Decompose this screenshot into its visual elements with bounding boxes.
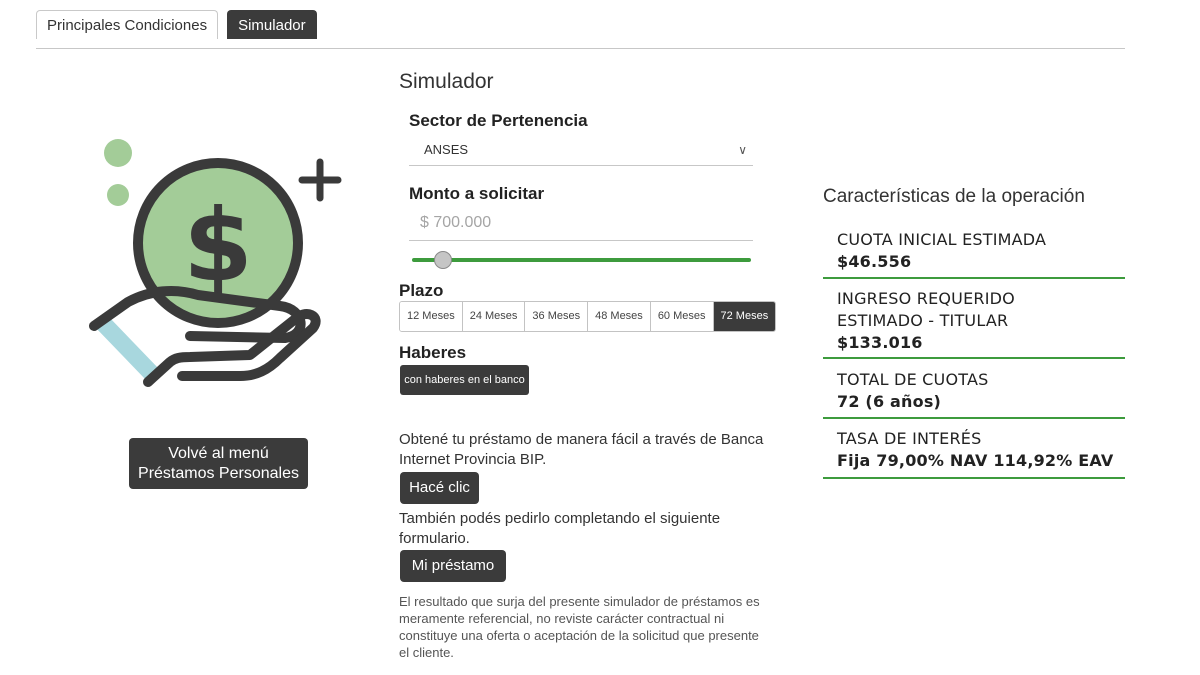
plus-icon [298,158,342,202]
menu-button-line1: Volvé al menú [168,444,269,462]
decorative-dot-small [107,184,129,206]
menu-button-line2: Préstamos Personales [138,464,299,482]
tab-simulador[interactable]: Simulador [227,10,317,39]
hace-clic-button[interactable]: Hacé clic [400,472,479,504]
plazo-option-12[interactable]: 12 Meses [400,302,463,331]
haberes-toggle-button[interactable]: con haberes en el banco [400,365,529,395]
tab-divider [36,48,1125,49]
characteristic-value: 72 (6 años) [837,392,942,411]
characteristic-ingreso-requerido: INGRESO REQUERIDO ESTIMADO - TITULAR $13… [823,288,1125,359]
characteristic-label: TASA DE INTERÉS [837,429,982,448]
sector-select[interactable]: ANSES ∨ [409,134,753,166]
characteristic-label: TOTAL DE CUOTAS [837,370,989,389]
tab-bar: Principales Condiciones Simulador [36,10,317,39]
hand-holding-money-icon: $ [89,139,342,387]
plazo-option-36[interactable]: 36 Meses [525,302,589,331]
plazo-selector: 12 Meses 24 Meses 36 Meses 48 Meses 60 M… [399,301,777,332]
characteristic-label: CUOTA INICIAL ESTIMADA [837,230,1047,249]
form-description: También podés pedirlo completando el sig… [399,510,721,547]
plazo-label: Plazo [399,281,444,300]
characteristic-total-cuotas: TOTAL DE CUOTAS 72 (6 años) [823,369,1125,419]
plazo-option-60[interactable]: 60 Meses [650,302,714,331]
plazo-option-48[interactable]: 48 Meses [588,302,651,331]
amount-slider-track[interactable] [412,258,751,262]
simulator-title: Simulador [399,70,494,93]
bip-description: Obtené tu préstamo de manera fácil a tra… [399,431,764,468]
characteristic-tasa-interes: TASA DE INTERÉS Fija 79,00% NAV 114,92% … [823,428,1125,479]
sector-label: Sector de Pertenencia [409,111,588,130]
characteristic-value: $133.016 [837,333,923,352]
cuff-icon [94,316,160,380]
plazo-option-72[interactable]: 72 Meses [713,302,776,331]
back-to-menu-button[interactable]: Volvé al menú Préstamos Personales [129,438,308,489]
haberes-label: Haberes [399,343,467,362]
characteristic-cuota-inicial: CUOTA INICIAL ESTIMADA $46.556 [823,229,1125,279]
characteristic-value: $46.556 [837,252,912,271]
tab-principales-condiciones[interactable]: Principales Condiciones [36,10,219,39]
dollar-sign-icon: $ [183,187,253,304]
amount-label: Monto a solicitar [409,184,545,203]
characteristic-label: INGRESO REQUERIDO ESTIMADO - TITULAR [837,289,1015,330]
disclaimer-text: El resultado que surja del presente simu… [399,594,760,660]
mi-prestamo-button[interactable]: Mi préstamo [400,550,506,582]
decorative-dot-large [104,139,132,167]
characteristics-title: Características de la operación [823,186,1085,207]
amount-input[interactable] [409,206,753,241]
sector-selected-value: ANSES [424,142,469,157]
amount-slider-thumb[interactable] [433,251,452,269]
characteristic-value: Fija 79,00% NAV 114,92% EAV [837,451,1114,470]
chevron-down-icon: ∨ [738,143,747,157]
plazo-option-24[interactable]: 24 Meses [462,302,526,331]
